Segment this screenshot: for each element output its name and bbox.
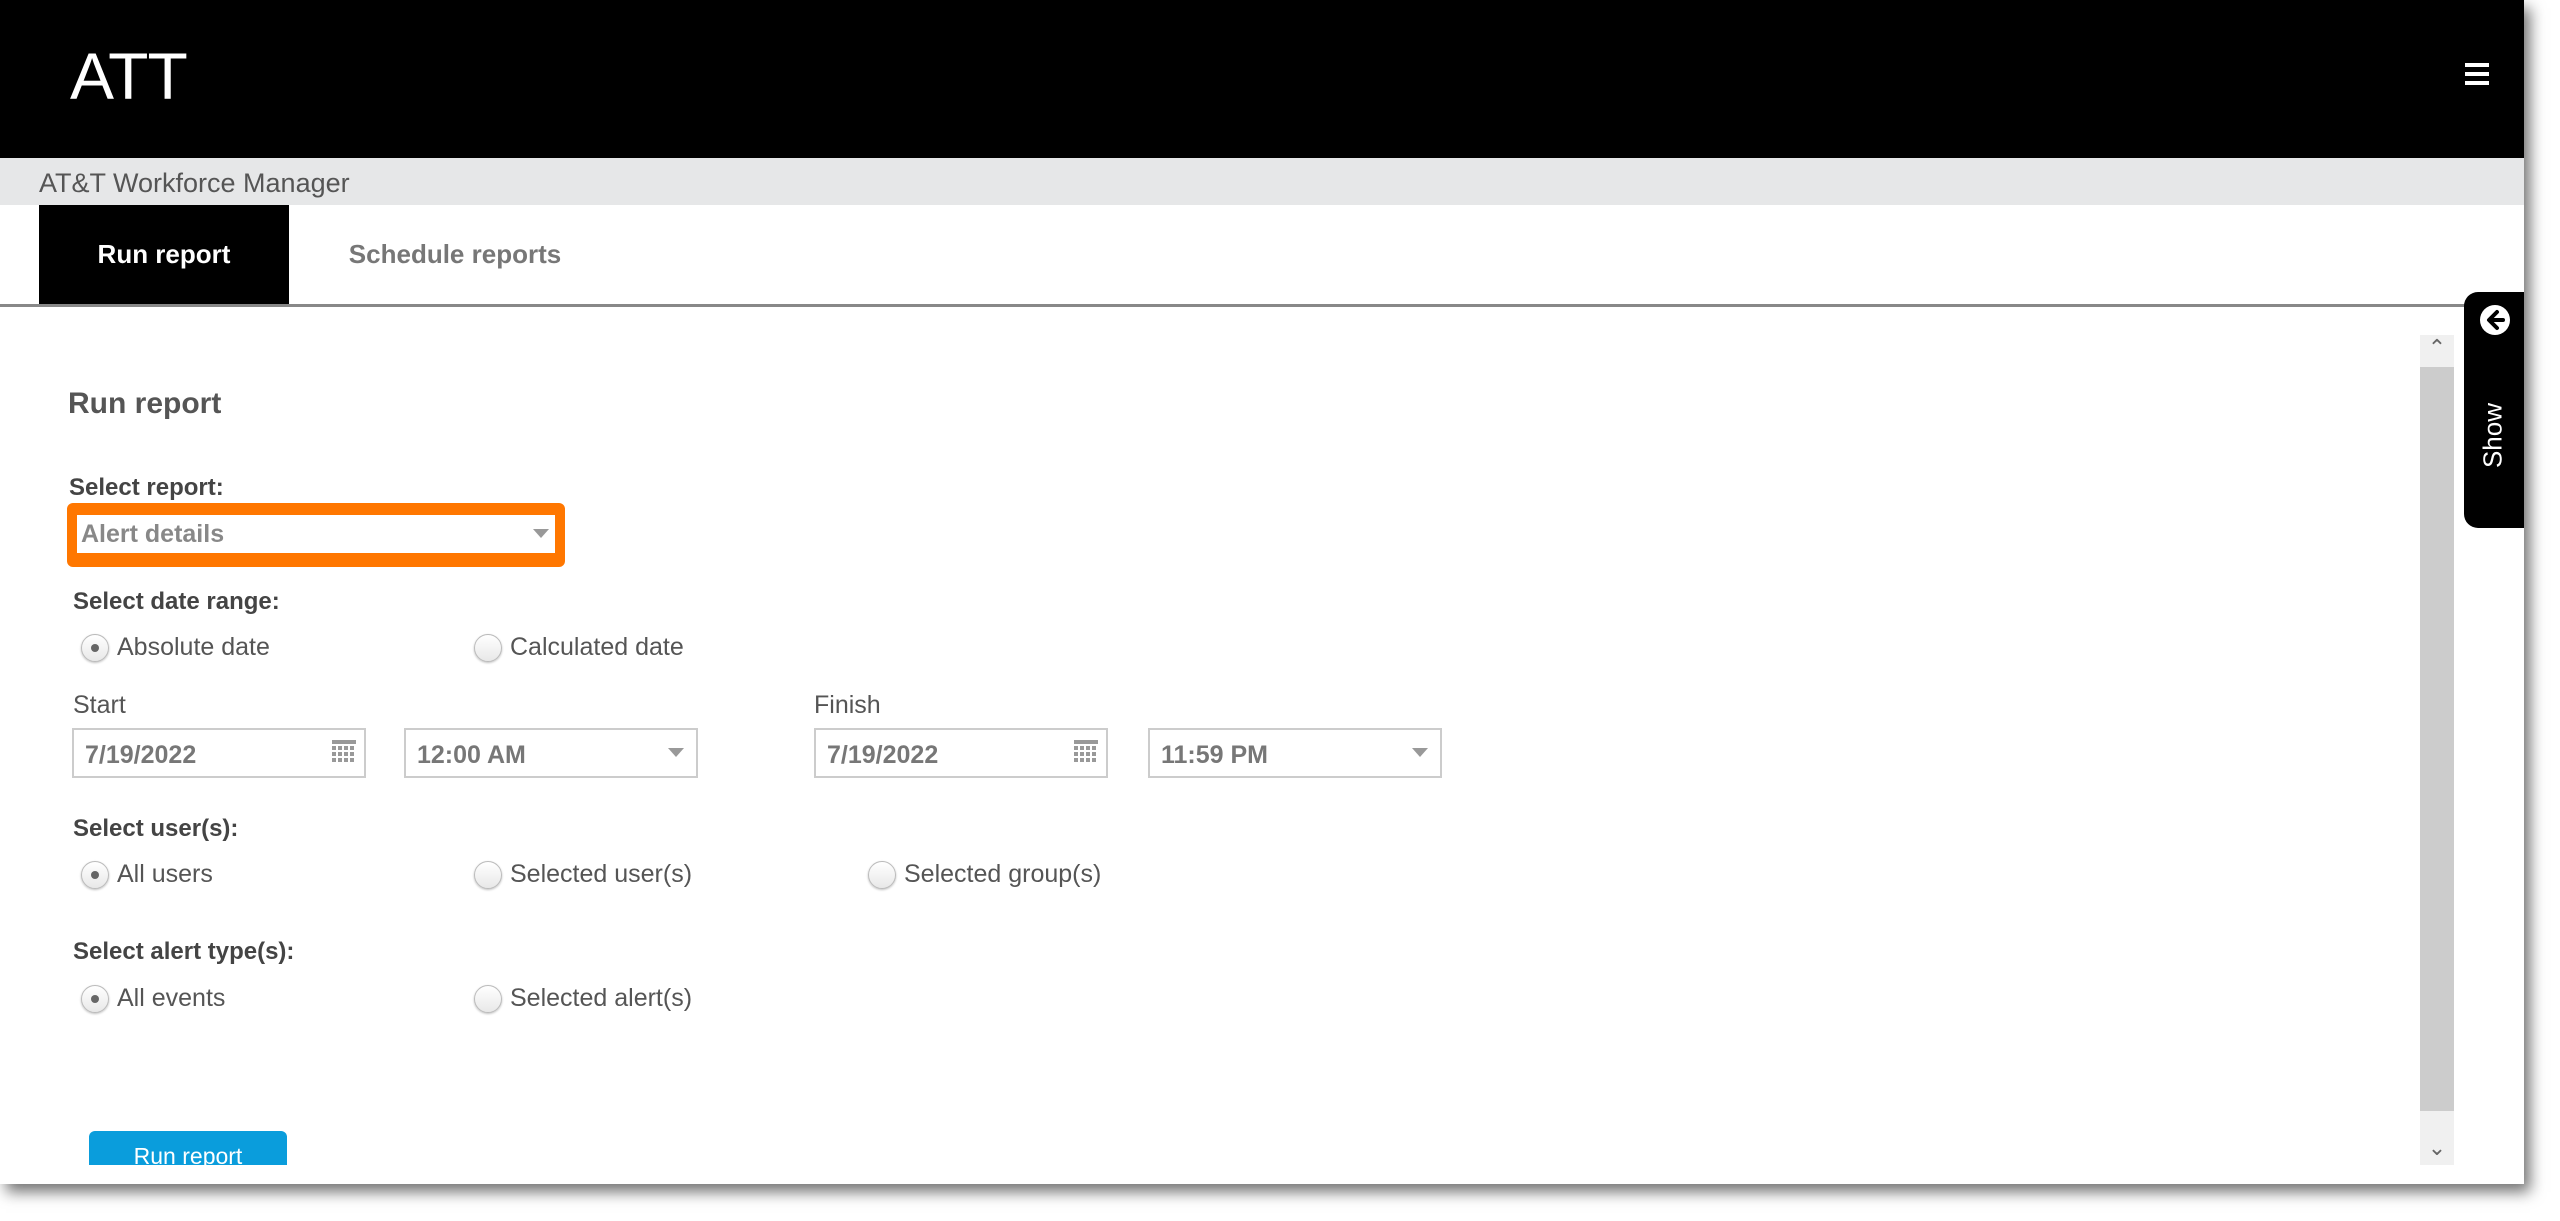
radio-absolute-date[interactable]: Absolute date <box>81 633 270 662</box>
vertical-scrollbar[interactable]: ⌃ ⌄ <box>2420 335 2454 1165</box>
radio-label: Calculated date <box>510 633 684 661</box>
radio-selected-users[interactable]: Selected user(s) <box>474 860 692 889</box>
start-date-input[interactable]: 7/19/2022 <box>72 728 366 778</box>
radio-label: All events <box>117 984 226 1012</box>
radio-all-users[interactable]: All users <box>81 860 213 889</box>
radio-label: Selected alert(s) <box>510 984 693 1012</box>
scroll-down-arrow-icon[interactable]: ⌄ <box>2420 1135 2454 1165</box>
radio-button[interactable] <box>81 633 109 662</box>
show-panel-toggle[interactable]: Show <box>2464 292 2524 528</box>
run-report-button[interactable]: Run report <box>89 1131 287 1165</box>
radio-label: Selected group(s) <box>904 860 1102 888</box>
radio-button[interactable] <box>474 984 502 1013</box>
start-time-value: 12:00 AM <box>417 741 526 769</box>
chevron-down-icon <box>668 748 684 757</box>
finish-time-value: 11:59 PM <box>1161 741 1269 769</box>
chevron-down-icon <box>533 529 549 538</box>
tab-run-report[interactable]: Run report <box>39 205 289 304</box>
scroll-up-arrow-icon[interactable]: ⌃ <box>2420 335 2454 365</box>
app-title-bar: AT&T Workforce Manager <box>0 158 2524 205</box>
start-time-select[interactable]: 12:00 AM <box>404 728 698 778</box>
report-select[interactable]: Alert details <box>77 515 555 553</box>
finish-time-select[interactable]: 11:59 PM <box>1148 728 1442 778</box>
radio-button[interactable] <box>868 860 896 889</box>
tab-schedule-reports[interactable]: Schedule reports <box>330 205 580 304</box>
report-select-value: Alert details <box>81 520 225 548</box>
scroll-thumb[interactable] <box>2420 367 2454 1111</box>
brand-logo: ATT <box>70 39 188 113</box>
tab-bar: Run report Schedule reports <box>0 205 2524 307</box>
radio-label: Selected user(s) <box>510 860 693 888</box>
report-select-highlight: Alert details <box>67 503 565 567</box>
radio-all-events[interactable]: All events <box>81 984 225 1013</box>
radio-button[interactable] <box>81 984 109 1013</box>
start-date-value: 7/19/2022 <box>85 741 197 769</box>
radio-button[interactable] <box>474 860 502 889</box>
start-label: Start <box>73 691 126 719</box>
app-title: AT&T Workforce Manager <box>39 168 350 198</box>
select-alert-types-label: Select alert type(s): <box>73 938 295 965</box>
finish-label: Finish <box>814 691 881 719</box>
select-report-label: Select report: <box>69 474 224 501</box>
radio-label: Absolute date <box>117 633 270 661</box>
section-title: Run report <box>68 387 222 420</box>
radio-selected-alerts[interactable]: Selected alert(s) <box>474 984 692 1013</box>
radio-label: All users <box>117 860 213 888</box>
finish-date-input[interactable]: 7/19/2022 <box>814 728 1108 778</box>
chevron-down-icon <box>1412 748 1428 757</box>
arrow-left-circle-icon <box>2480 305 2510 335</box>
calendar-icon[interactable] <box>1072 738 1100 766</box>
date-range-label: Select date range: <box>73 588 280 615</box>
app-window: ATT AT&T Workforce Manager Run report Sc… <box>0 0 2524 1184</box>
radio-selected-groups[interactable]: Selected group(s) <box>868 860 1101 889</box>
run-report-form: Run report Select report: Alert details … <box>0 307 2410 1184</box>
finish-date-value: 7/19/2022 <box>827 741 939 769</box>
calendar-icon[interactable] <box>330 738 358 766</box>
show-panel-label: Show <box>2477 402 2508 469</box>
hamburger-menu-icon[interactable] <box>2465 63 2489 85</box>
radio-button[interactable] <box>81 860 109 889</box>
radio-calculated-date[interactable]: Calculated date <box>474 633 684 662</box>
radio-button[interactable] <box>474 633 502 662</box>
top-bar: ATT <box>0 0 2524 158</box>
select-users-label: Select user(s): <box>73 815 239 842</box>
